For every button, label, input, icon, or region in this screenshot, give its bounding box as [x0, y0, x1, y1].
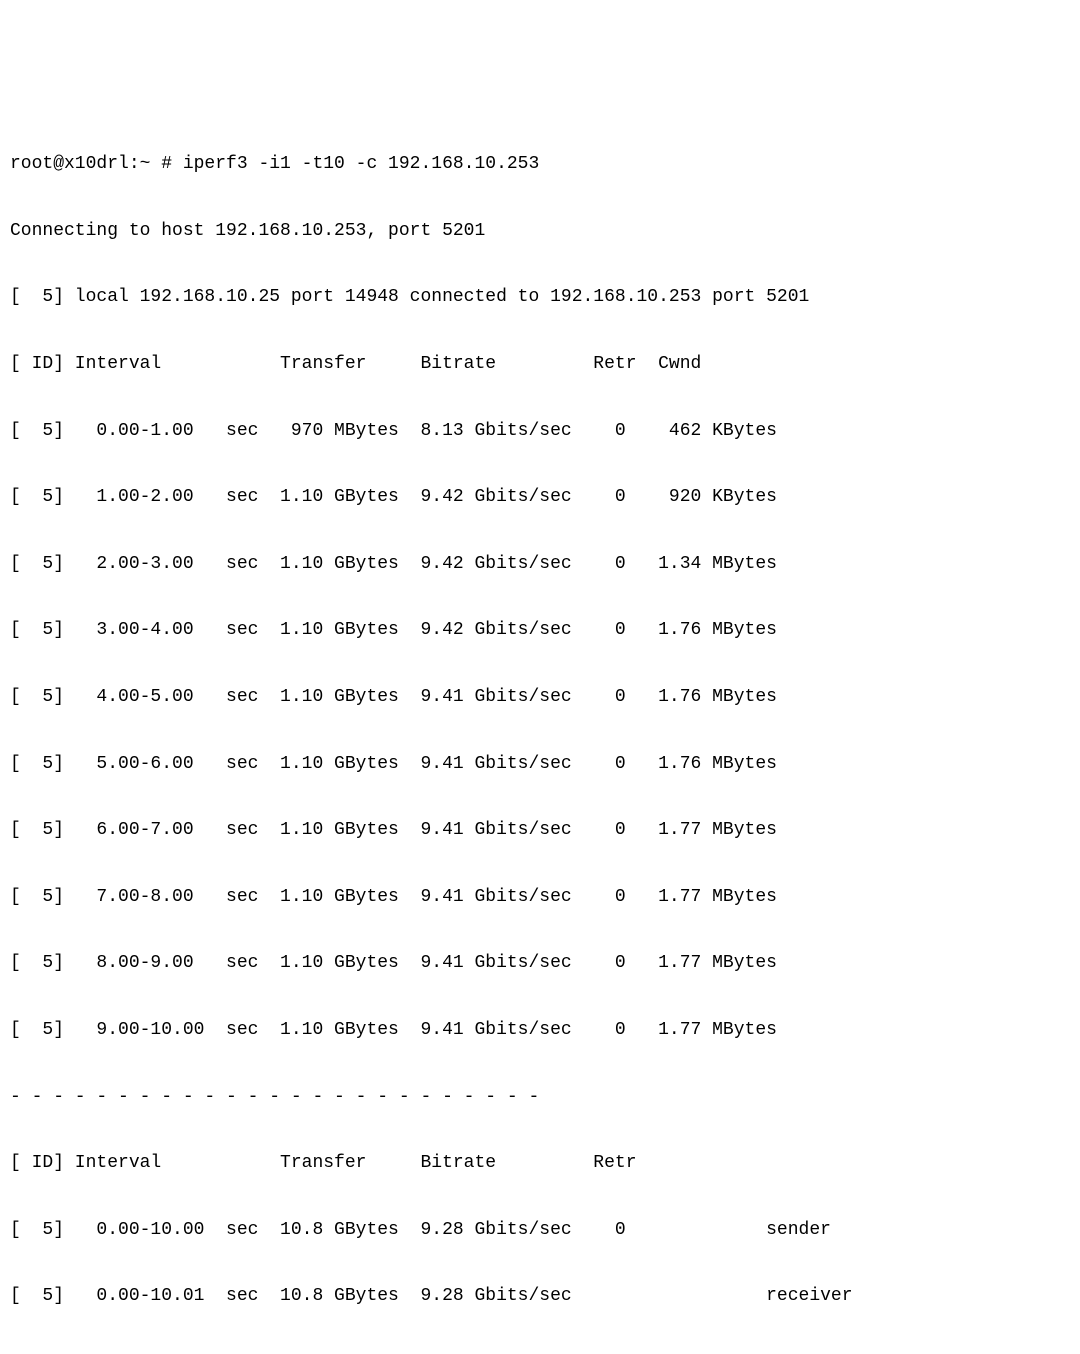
- table-header-1: [ ID] Interval Transfer Bitrate Retr Cwn…: [10, 348, 1070, 381]
- data-row: [ 5] 0.00-1.00 sec 970 MBytes 8.13 Gbits…: [10, 415, 1070, 448]
- data-row: [ 5] 9.00-10.00 sec 1.10 GBytes 9.41 Gbi…: [10, 1014, 1070, 1047]
- data-row: [ 5] 1.00-2.00 sec 1.10 GBytes 9.42 Gbit…: [10, 481, 1070, 514]
- table-header-2: [ ID] Interval Transfer Bitrate Retr: [10, 1147, 1070, 1180]
- data-row: [ 5] 5.00-6.00 sec 1.10 GBytes 9.41 Gbit…: [10, 748, 1070, 781]
- data-row: [ 5] 7.00-8.00 sec 1.10 GBytes 9.41 Gbit…: [10, 881, 1070, 914]
- summary-row: [ 5] 0.00-10.01 sec 10.8 GBytes 9.28 Gbi…: [10, 1280, 1070, 1313]
- data-row: [ 5] 3.00-4.00 sec 1.10 GBytes 9.42 Gbit…: [10, 614, 1070, 647]
- local-info-line: [ 5] local 192.168.10.25 port 14948 conn…: [10, 281, 1070, 314]
- data-row: [ 5] 8.00-9.00 sec 1.10 GBytes 9.41 Gbit…: [10, 947, 1070, 980]
- summary-row: [ 5] 0.00-10.00 sec 10.8 GBytes 9.28 Gbi…: [10, 1214, 1070, 1247]
- terminal-prompt-line: root@x10drl:~ # iperf3 -i1 -t10 -c 192.1…: [10, 148, 1070, 181]
- data-row: [ 5] 4.00-5.00 sec 1.10 GBytes 9.41 Gbit…: [10, 681, 1070, 714]
- data-row: [ 5] 6.00-7.00 sec 1.10 GBytes 9.41 Gbit…: [10, 814, 1070, 847]
- separator-line: - - - - - - - - - - - - - - - - - - - - …: [10, 1081, 1070, 1114]
- shell-prompt: root@x10drl:~ #: [10, 154, 183, 174]
- command-text: iperf3 -i1 -t10 -c 192.168.10.253: [183, 154, 539, 174]
- connecting-line: Connecting to host 192.168.10.253, port …: [10, 215, 1070, 248]
- data-row: [ 5] 2.00-3.00 sec 1.10 GBytes 9.42 Gbit…: [10, 548, 1070, 581]
